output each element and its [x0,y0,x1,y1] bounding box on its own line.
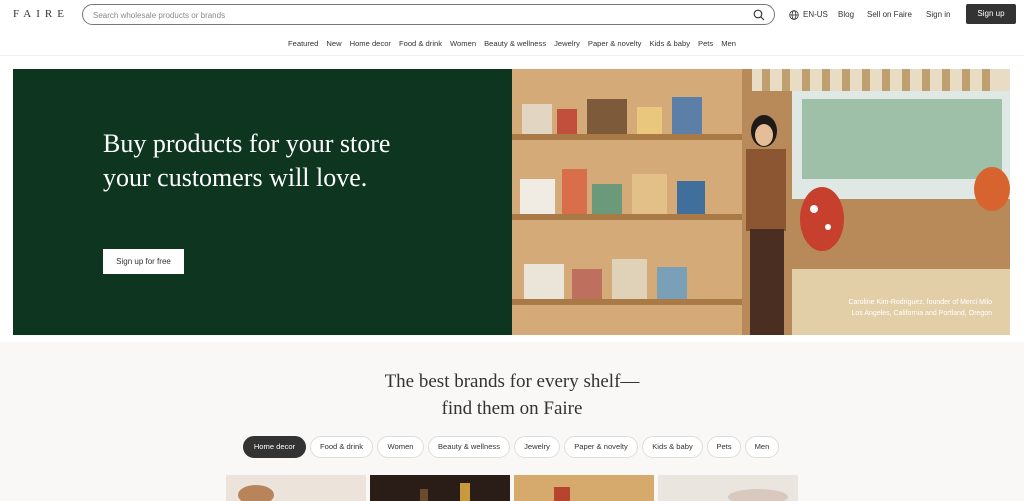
photo-caption-name: Caroline Kim-Rodriguez, founder of Merci… [848,299,992,306]
pill-women[interactable]: Women [377,436,424,458]
brand-card[interactable] [658,475,798,501]
pill-paper-novelty[interactable]: Paper & novelty [564,436,638,458]
nav-paper-novelty[interactable]: Paper & novelty [584,36,646,52]
nav-home-decor[interactable]: Home decor [346,36,395,52]
pill-jewelry[interactable]: Jewelry [514,436,560,458]
top-bar: FAIRE EN-US Blog Sell on Faire Sign in S… [0,0,1024,30]
nav-new[interactable]: New [322,36,345,52]
nav-men[interactable]: Men [717,36,740,52]
language-label: EN-US [803,10,828,19]
sell-on-faire-link[interactable]: Sell on Faire [867,5,912,25]
nav-food-drink[interactable]: Food & drink [395,36,446,52]
hero-text-panel: Buy products for your store your custome… [13,69,512,335]
hero-title: Buy products for your store your custome… [103,129,391,192]
nav-featured[interactable]: Featured [284,36,322,52]
nav-beauty-wellness[interactable]: Beauty & wellness [480,36,550,52]
pill-home-decor[interactable]: Home decor [243,436,306,458]
pill-men[interactable]: Men [745,436,779,458]
brands-section: The best brands for every shelf— find th… [0,342,1024,501]
brand-card-image [658,475,798,501]
nav-divider [0,55,1024,56]
nav-women[interactable]: Women [446,36,480,52]
pill-beauty-wellness[interactable]: Beauty & wellness [428,436,510,458]
brands-section-title: The best brands for every shelf— find th… [312,368,712,422]
hero-banner: Buy products for your store your custome… [13,69,1010,335]
pill-pets[interactable]: Pets [707,436,741,458]
brands-title-line2: find them on Faire [441,398,583,419]
sign-up-button[interactable]: Sign up [966,4,1016,24]
brand-card[interactable] [370,475,510,501]
brands-title-line1: The best brands for every shelf— [384,371,640,392]
brand-card[interactable] [226,475,366,501]
language-selector[interactable]: EN-US [789,5,828,25]
sign-in-link[interactable]: Sign in [926,5,950,25]
brand-card-image [226,475,366,501]
nav-kids-baby[interactable]: Kids & baby [645,36,694,52]
pill-food-drink[interactable]: Food & drink [310,436,373,458]
search-icon[interactable] [753,9,765,21]
hero-sign-up-button[interactable]: Sign up for free [103,249,184,274]
pill-kids-baby[interactable]: Kids & baby [642,436,703,458]
search-input[interactable] [93,8,743,22]
brand-card-image [514,475,654,501]
photo-caption-location: Los Angeles, California and Portland, Or… [851,310,992,317]
nav-jewelry[interactable]: Jewelry [550,36,584,52]
toy-shop-photo [512,69,1010,335]
brand-card-image [370,475,510,501]
globe-icon [789,10,799,20]
hero-photo: Caroline Kim-Rodriguez, founder of Merci… [512,69,1010,335]
search-bar[interactable] [82,4,775,25]
faire-logo[interactable]: FAIRE [13,8,69,20]
blog-link[interactable]: Blog [838,5,854,25]
nav-pets[interactable]: Pets [694,36,717,52]
brand-card[interactable] [514,475,654,501]
category-nav: Featured New Home decor Food & drink Wom… [0,36,1024,52]
